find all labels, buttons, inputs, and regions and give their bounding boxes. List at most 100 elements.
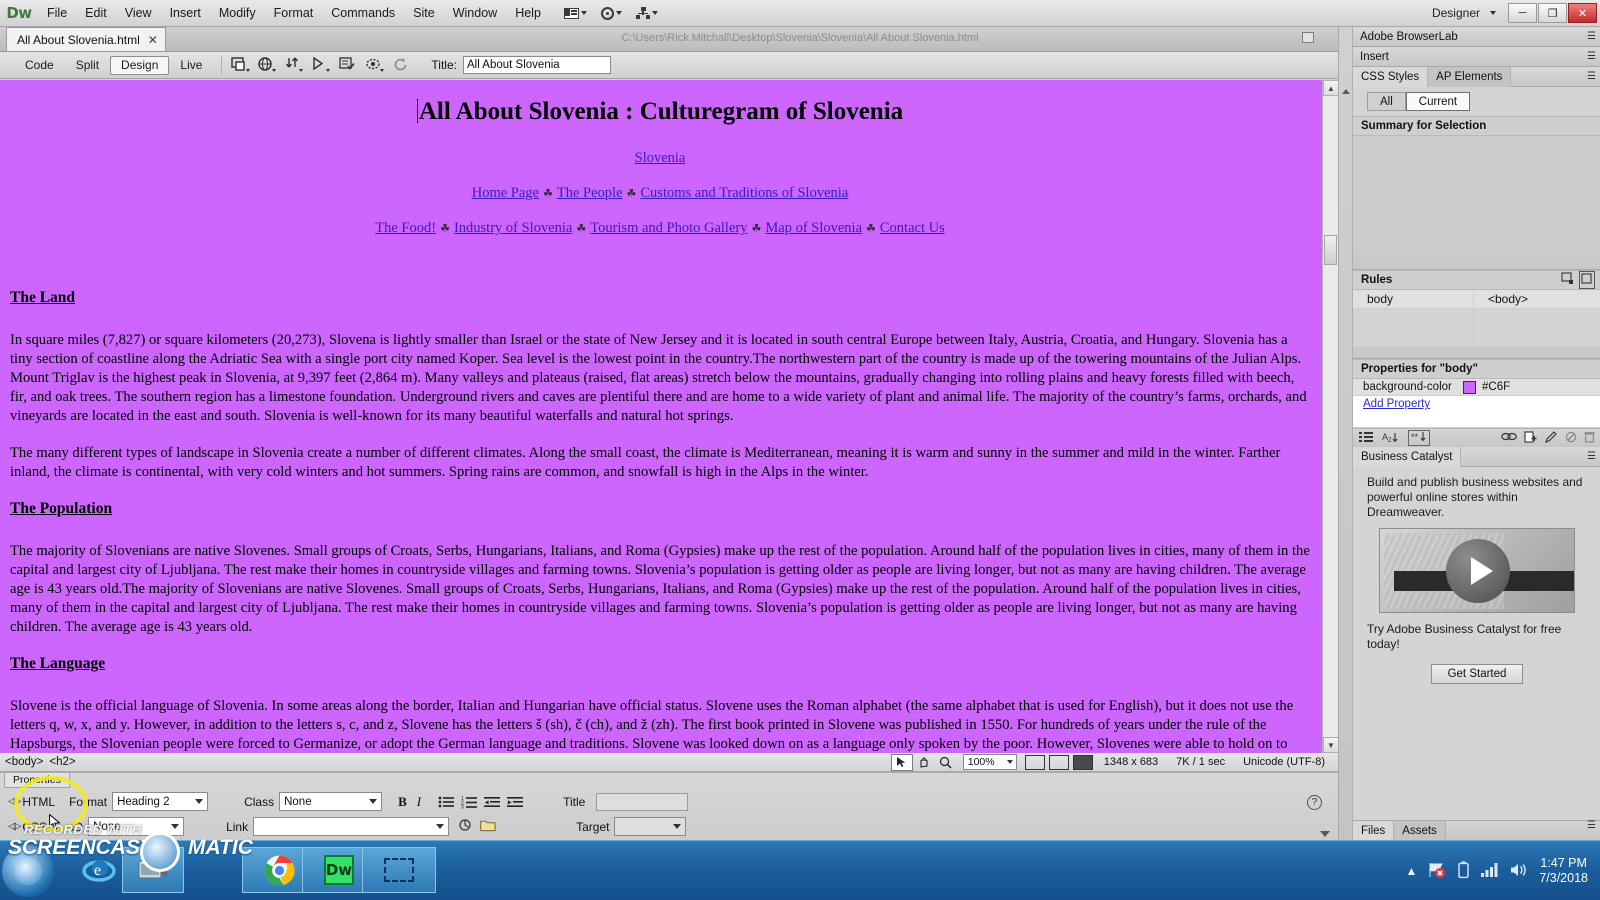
link-home-page[interactable]: Home Page (472, 185, 539, 201)
dock-collapse-strip[interactable] (1339, 27, 1353, 840)
view-live-button[interactable]: Live (169, 56, 213, 75)
outdent-icon[interactable] (484, 795, 501, 809)
tab-ap-elements[interactable]: AP Elements (1428, 66, 1512, 87)
italic-button[interactable]: I (417, 794, 421, 810)
menu-window[interactable]: Window (444, 2, 506, 24)
class-select[interactable]: None (279, 792, 383, 811)
action-center-icon[interactable] (1428, 861, 1446, 882)
preview-in-browser-icon[interactable] (257, 55, 278, 75)
maximize-button[interactable]: ❐ (1538, 3, 1567, 23)
menu-insert[interactable]: Insert (161, 2, 210, 24)
tag-body[interactable]: <body> (5, 756, 43, 768)
view-code-button[interactable]: Code (14, 56, 65, 75)
menu-edit[interactable]: Edit (76, 2, 116, 24)
panel-browserlab[interactable]: Adobe BrowserLab ☰ (1353, 27, 1600, 47)
show-only-set-properties-icon[interactable]: ** (1408, 430, 1430, 446)
window-size-medium-icon[interactable] (1048, 754, 1069, 770)
minimize-button[interactable]: ─ (1508, 3, 1537, 23)
extend-dreamweaver-button[interactable] (600, 6, 622, 20)
show-category-view-icon[interactable] (1359, 431, 1374, 446)
play-icon[interactable] (1446, 539, 1510, 603)
link-map[interactable]: Map of Slovenia (765, 220, 862, 236)
zoom-level-select[interactable]: 100% (962, 754, 1017, 770)
color-swatch[interactable] (1463, 380, 1476, 394)
segment-all[interactable]: All (1367, 92, 1406, 111)
zoom-tool-icon[interactable] (935, 754, 957, 771)
link-contact-us[interactable]: Contact Us (880, 220, 945, 236)
tab-assets[interactable]: Assets (1394, 821, 1446, 841)
segment-current[interactable]: Current (1405, 92, 1471, 111)
browse-folder-icon[interactable] (480, 819, 496, 835)
show-set-properties-icon[interactable] (1579, 271, 1595, 289)
refresh-design-icon[interactable] (392, 55, 413, 75)
scroll-up-icon[interactable]: ▲ (1323, 80, 1339, 96)
view-split-button[interactable]: Split (65, 56, 110, 75)
rules-empty-area[interactable] (1353, 309, 1600, 347)
menu-file[interactable]: File (38, 2, 76, 24)
view-design-button[interactable]: Design (110, 55, 170, 75)
point-to-file-icon[interactable] (459, 818, 474, 835)
link-slovenia[interactable]: Slovenia (635, 150, 686, 166)
indent-icon[interactable] (507, 795, 524, 809)
panel-menu-icon[interactable]: ☰ (1587, 31, 1596, 42)
edit-rule-icon[interactable] (1544, 430, 1558, 446)
start-button[interactable] (2, 845, 54, 897)
link-select[interactable] (253, 817, 450, 836)
window-size-small-icon[interactable] (1024, 754, 1045, 770)
window-size-value[interactable]: 1348 x 683 (1104, 756, 1158, 768)
validate-markup-icon[interactable] (338, 55, 359, 75)
link-the-people[interactable]: The People (557, 185, 623, 201)
format-select[interactable]: Heading 2 (112, 792, 209, 811)
link-industry[interactable]: Industry of Slovenia (454, 220, 572, 236)
scrollbar-thumb[interactable] (1324, 235, 1337, 265)
visual-aids-icon[interactable] (365, 55, 386, 75)
get-started-button[interactable]: Get Started (1431, 664, 1523, 684)
design-view-scrollbar[interactable]: ▲ ▼ (1322, 80, 1339, 753)
unordered-list-icon[interactable] (438, 795, 455, 809)
menu-site[interactable]: Site (404, 2, 444, 24)
file-management-icon[interactable] (284, 55, 305, 75)
panel-menu-icon[interactable]: ☰ (1587, 71, 1596, 82)
clock[interactable]: 1:47 PM 7/3/2018 (1539, 856, 1588, 886)
panel-menu-icon[interactable]: ☰ (1587, 451, 1596, 462)
check-browser-compat-icon[interactable] (311, 55, 332, 75)
new-css-rule-icon[interactable] (1524, 430, 1538, 446)
menu-help[interactable]: Help (506, 2, 550, 24)
panel-menu-icon[interactable]: ☰ (1587, 51, 1596, 62)
window-size-large-icon[interactable] (1072, 754, 1093, 770)
id-select[interactable]: None (88, 817, 185, 836)
scroll-down-icon[interactable]: ▼ (1323, 737, 1339, 753)
tab-css-styles[interactable]: CSS Styles (1353, 66, 1429, 87)
bold-button[interactable]: B (398, 794, 407, 810)
network-icon[interactable] (1481, 862, 1499, 881)
panel-menu-icon[interactable]: ☰ (1587, 821, 1596, 840)
taskbar-snipping-tool[interactable] (362, 847, 436, 893)
link-the-food[interactable]: The Food! (375, 220, 436, 236)
attach-stylesheet-icon[interactable] (1501, 431, 1517, 445)
add-property-link[interactable]: Add Property (1353, 396, 1600, 412)
layout-switcher-button[interactable] (563, 7, 587, 19)
site-management-button[interactable] (635, 7, 658, 19)
link-tourism-gallery[interactable]: Tourism and Photo Gallery (590, 220, 747, 236)
select-tool-icon[interactable] (890, 753, 913, 771)
disable-css-property-icon[interactable] (1565, 431, 1577, 446)
rules-splitter[interactable] (1353, 254, 1600, 270)
properties-splitter[interactable] (1353, 347, 1600, 359)
collapse-properties-icon[interactable] (1320, 831, 1330, 837)
tag-selector[interactable]: <body> <h2> (0, 756, 82, 768)
rule-row-body[interactable]: body <body> (1353, 290, 1600, 309)
taskbar-screencast-o-matic[interactable] (122, 847, 184, 893)
show-cascade-icon[interactable] (1561, 272, 1575, 288)
tab-files[interactable]: Files (1353, 821, 1395, 841)
menu-modify[interactable]: Modify (210, 2, 265, 24)
design-view-canvas[interactable]: All About Slovenia : Culturegram of Slov… (0, 80, 1338, 753)
hand-tool-icon[interactable] (913, 754, 935, 771)
chevron-down-icon[interactable] (1490, 11, 1496, 15)
ordered-list-icon[interactable]: 123 (461, 795, 478, 810)
property-row-background-color[interactable]: background-color #C6F (1353, 379, 1600, 396)
help-icon[interactable]: ? (1307, 795, 1322, 810)
battery-icon[interactable] (1457, 860, 1470, 882)
close-icon[interactable]: ✕ (148, 33, 158, 47)
panel-insert[interactable]: Insert ☰ (1353, 47, 1600, 67)
title-field[interactable] (596, 792, 689, 811)
